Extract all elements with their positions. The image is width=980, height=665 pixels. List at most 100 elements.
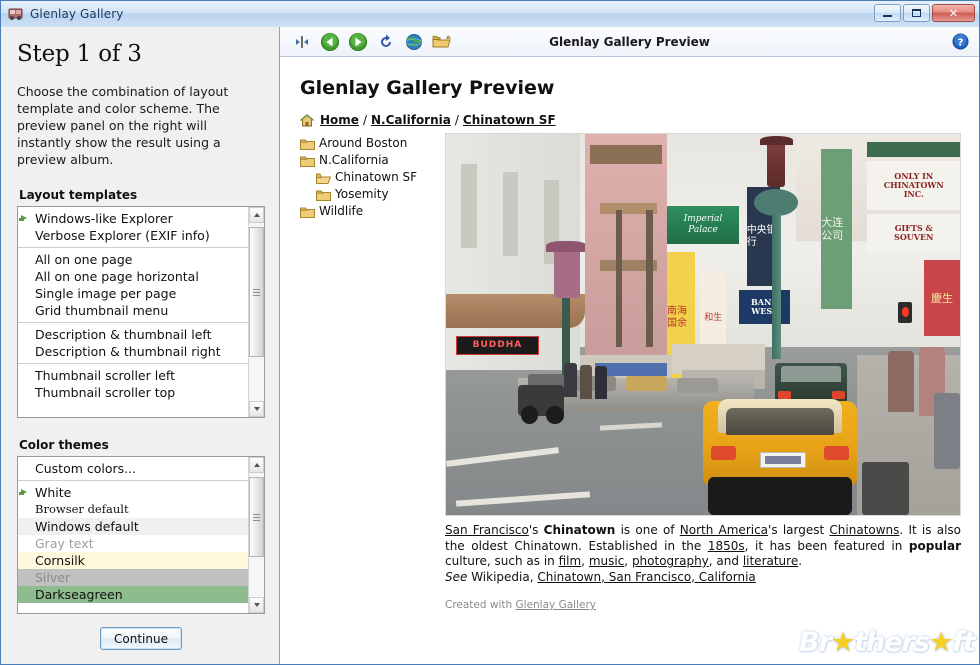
page-title: Glenlay Gallery Preview (300, 77, 961, 99)
wikipedia-link[interactable]: Chinatown, San Francisco, California (537, 570, 755, 584)
title-bar: Glenlay Gallery ✕ (1, 1, 979, 27)
caption-link[interactable]: film (559, 554, 582, 568)
colors-scroll-up-button[interactable] (249, 457, 264, 473)
layout-scrollbar[interactable] (248, 207, 264, 417)
caption-link[interactable]: music (589, 554, 624, 568)
color-theme-option[interactable]: Silver (18, 569, 248, 586)
layout-option[interactable]: All on one page (18, 251, 248, 268)
preview-page: Glenlay Gallery Preview Home / N.Califor… (280, 57, 979, 664)
refresh-icon[interactable] (372, 29, 400, 55)
preview-toolbar: Glenlay Gallery Preview ? (280, 27, 979, 57)
caption-link[interactable]: 1850s (708, 539, 745, 553)
caption-link[interactable]: literature (743, 554, 798, 568)
colors-scroll-track[interactable] (249, 473, 264, 597)
step-title: Step 1 of 3 (17, 41, 265, 67)
glenlay-gallery-link[interactable]: Glenlay Gallery (516, 599, 596, 611)
maximize-button[interactable] (903, 4, 930, 22)
color-theme-option[interactable]: Darkseagreen (18, 586, 248, 603)
color-theme-group: Custom colors... (18, 457, 248, 481)
tree-node[interactable]: Around Boston (300, 135, 445, 152)
layout-option[interactable]: Thumbnail scroller top (18, 384, 248, 401)
window-controls: ✕ (874, 4, 975, 22)
caption-link[interactable]: North America (680, 523, 768, 537)
tree-node[interactable]: Wildlife (300, 203, 445, 220)
caption-see-text: Wikipedia, (467, 570, 537, 584)
chevron-down-icon (254, 603, 260, 607)
close-button[interactable]: ✕ (932, 4, 975, 22)
wizard-footer: Continue (17, 614, 265, 664)
minimize-icon (883, 14, 892, 17)
layout-option[interactable]: Description & thumbnail left (18, 326, 248, 343)
application-window: Glenlay Gallery ✕ Step 1 of 3 Choose the… (0, 0, 980, 665)
layout-option[interactable]: Verbose Explorer (EXIF info) (18, 227, 248, 244)
caption-span: , it has been featured in (745, 539, 909, 553)
created-with-prefix: Created with (445, 599, 516, 611)
layout-scroll-track[interactable] (249, 223, 264, 401)
preview-panel: Glenlay Gallery Preview ? Glenlay Galler… (280, 27, 979, 664)
color-theme-option[interactable]: Windows default (18, 518, 248, 535)
split-pane-icon[interactable] (288, 29, 316, 55)
chevron-up-icon (254, 463, 260, 467)
globe-icon[interactable] (400, 29, 428, 55)
intro-text: Choose the combination of layout templat… (17, 83, 265, 168)
chinese-vertical-sign-green: 大连公司 (821, 149, 852, 309)
folder-tree: Around BostonN.CaliforniaChinatown SFYos… (300, 133, 445, 611)
color-theme-option[interactable]: Cornsilk (18, 552, 248, 569)
colors-scrollbar[interactable] (248, 457, 264, 613)
imperial-palace-sign: ImperialPalace (667, 206, 739, 244)
layout-group: Thumbnail scroller leftThumbnail scrolle… (18, 364, 248, 404)
layout-option[interactable]: Single image per page (18, 285, 248, 302)
breadcrumb-item-home[interactable]: Home (320, 113, 359, 127)
color-theme-option[interactable]: Gray text (18, 535, 248, 552)
folder-icon (300, 155, 315, 167)
buddha-sign: BUDDHA (456, 336, 538, 355)
tree-node-label: N.California (319, 152, 389, 169)
help-icon[interactable]: ? (952, 33, 969, 53)
caption-emphasis: popular (909, 539, 961, 553)
caption-link[interactable]: San Francisco (445, 523, 529, 537)
color-themes-listbox[interactable]: Custom colors... WhiteBrowser defaultWind… (17, 456, 265, 614)
layout-option[interactable]: Thumbnail scroller left (18, 367, 248, 384)
close-icon: ✕ (949, 8, 958, 19)
breadcrumb-item-ncalifornia[interactable]: N.California (371, 113, 451, 127)
tree-node[interactable]: Yosemity (300, 186, 445, 203)
colors-scroll-down-button[interactable] (249, 597, 264, 613)
breadcrumb-item-chinatown-sf[interactable]: Chinatown SF (463, 113, 556, 127)
color-theme-option[interactable]: White (18, 484, 248, 501)
photo-area: BUDDHA (445, 133, 961, 611)
layout-option[interactable]: All on one page horizontal (18, 268, 248, 285)
breadcrumb-separator: / (363, 113, 367, 127)
gallery-photo[interactable]: BUDDHA (445, 133, 961, 516)
forward-arrow-icon[interactable] (344, 29, 372, 55)
chevron-up-icon (254, 213, 260, 217)
layout-option[interactable]: Windows-like Explorer (18, 210, 248, 227)
caption-link[interactable]: photography (632, 554, 709, 568)
layout-scroll-thumb[interactable] (249, 227, 264, 357)
window-body: Step 1 of 3 Choose the combination of la… (1, 27, 979, 664)
layout-option[interactable]: Grid thumbnail menu (18, 302, 248, 319)
layout-scroll-down-button[interactable] (249, 401, 264, 417)
caption-span: is one of (615, 523, 679, 537)
tree-node[interactable]: Chinatown SF (300, 169, 445, 186)
tree-node-label: Wildlife (319, 203, 363, 220)
layout-scroll-up-button[interactable] (249, 207, 264, 223)
caption-span: , (581, 554, 589, 568)
back-arrow-icon[interactable] (316, 29, 344, 55)
color-theme-option[interactable]: Browser default (18, 501, 248, 518)
color-theme-option[interactable]: Custom colors... (18, 460, 248, 477)
layout-option[interactable]: Description & thumbnail right (18, 343, 248, 360)
minimize-button[interactable] (874, 4, 901, 22)
photo-caption: San Francisco's Chinatown is one of Nort… (445, 523, 961, 585)
folder-icon (300, 138, 315, 150)
continue-button[interactable]: Continue (100, 627, 182, 650)
caption-see-prefix: See (445, 570, 467, 584)
tree-node[interactable]: N.California (300, 152, 445, 169)
layout-templates-listbox[interactable]: Windows-like ExplorerVerbose Explorer (E… (17, 206, 265, 418)
content-row: Around BostonN.CaliforniaChinatown SFYos… (300, 133, 961, 611)
created-with: Created with Glenlay Gallery (445, 599, 961, 611)
caption-link[interactable]: Chinatowns (829, 523, 899, 537)
colors-scroll-thumb[interactable] (249, 477, 264, 557)
open-folder-icon[interactable] (428, 29, 456, 55)
grip-icon (253, 512, 260, 523)
color-theme-group: WhiteBrowser defaultWindows defaultGray … (18, 481, 248, 606)
